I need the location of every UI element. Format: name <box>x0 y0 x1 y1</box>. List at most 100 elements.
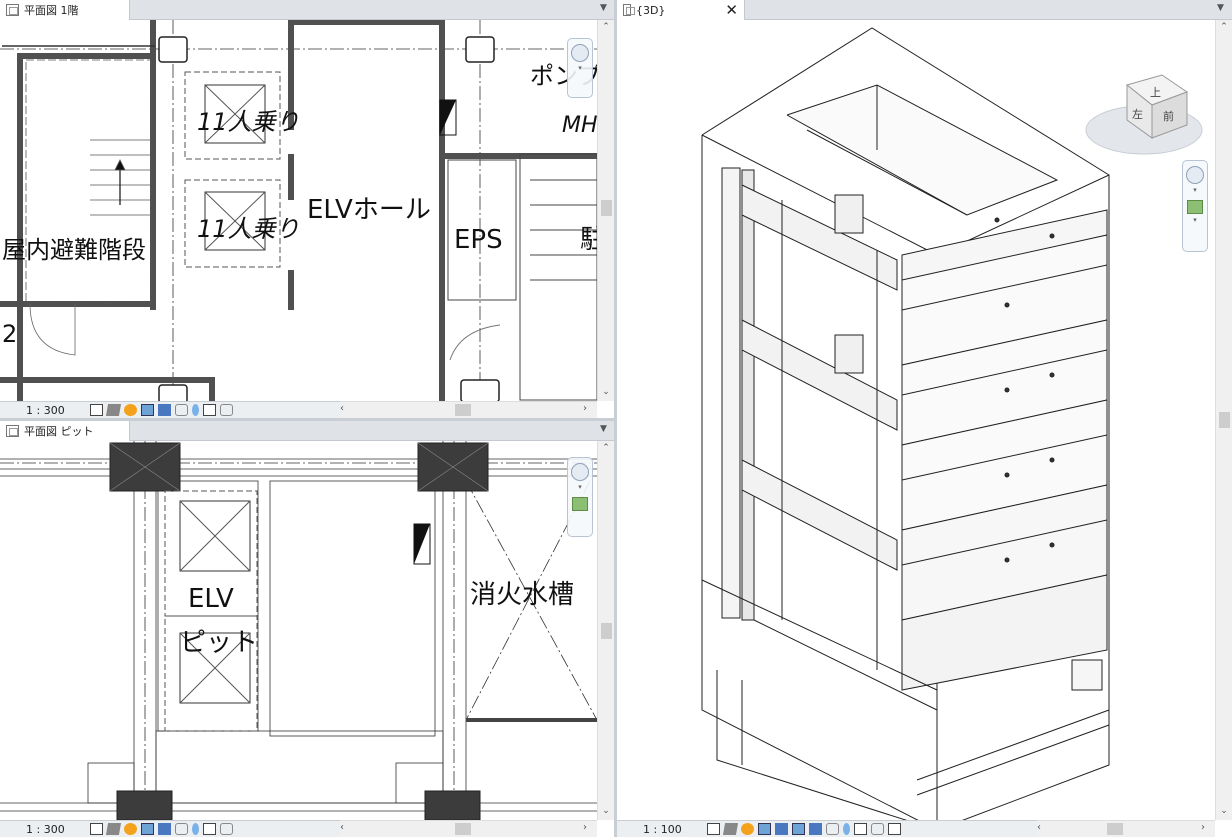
viewcube-front-label[interactable]: 前 <box>1163 109 1174 123</box>
analysis-icon[interactable] <box>220 404 233 416</box>
beam-lines <box>0 441 597 820</box>
3d-model-drawing[interactable]: 上 左 前 <box>617 20 1215 820</box>
tab-label: 平面図 ピット <box>24 425 94 438</box>
tab-3d-view[interactable]: {3D} ✕ <box>617 0 745 20</box>
chevron-left-icon[interactable]: ‹ <box>1037 822 1041 833</box>
render-icon[interactable] <box>775 823 788 835</box>
close-icon[interactable]: ✕ <box>725 1 738 19</box>
horizontal-scrollbar[interactable]: ‹ › <box>340 401 597 418</box>
scroll-thumb[interactable] <box>1107 823 1123 835</box>
chevron-up-icon[interactable]: ⌃ <box>1216 20 1232 34</box>
grid-lines <box>0 20 597 401</box>
horizontal-scrollbar[interactable]: ‹ › <box>340 820 597 837</box>
scale-label[interactable]: 1 : 300 <box>0 823 90 836</box>
scroll-thumb[interactable] <box>455 823 471 835</box>
visual-style-icon[interactable] <box>105 823 122 835</box>
tab-floor-plan-1f[interactable]: 平面図 1階 <box>0 0 130 20</box>
chevron-down-icon[interactable]: ▾ <box>568 64 592 72</box>
temporary-properties-icon[interactable] <box>203 823 216 835</box>
vertical-scrollbar[interactable]: ⌃ ⌄ <box>597 441 614 820</box>
chevron-left-icon[interactable]: ‹ <box>340 403 344 414</box>
partial-label: 駐 <box>580 225 597 255</box>
chevron-right-icon[interactable]: › <box>583 403 587 414</box>
viewcube-left-label[interactable]: 左 <box>1132 108 1143 121</box>
floor-plan-1f-drawing[interactable]: 11人乗り 11人乗り ELVホール EPS 屋内避難階段 ポンプ MH 駐 2 <box>0 20 597 401</box>
elevator-1-label: 11人乗り <box>197 108 300 136</box>
shadows-icon[interactable] <box>141 404 154 416</box>
floor-plan-pit-drawing[interactable]: ELV ピット 消火水槽 <box>0 441 597 820</box>
analysis-icon[interactable] <box>871 823 884 835</box>
chevron-up-icon[interactable]: ⌃ <box>598 441 614 455</box>
scroll-thumb[interactable] <box>601 623 612 639</box>
chevron-down-icon[interactable]: ⌄ <box>598 804 614 818</box>
temporary-properties-icon[interactable] <box>203 404 216 416</box>
viewcube[interactable]: 上 左 前 <box>1085 74 1203 155</box>
shadows-icon[interactable] <box>758 823 771 835</box>
navigation-bar[interactable]: ▾ ▾ <box>1182 160 1208 252</box>
scale-label[interactable]: 1 : 300 <box>0 404 90 417</box>
crop-view-icon[interactable] <box>792 823 805 835</box>
detail-level-icon[interactable] <box>90 404 103 416</box>
scale-label[interactable]: 1 : 100 <box>617 823 707 836</box>
sun-path-icon[interactable] <box>741 823 754 835</box>
chevron-down-icon[interactable]: ▾ <box>1183 186 1207 194</box>
detail-level-icon[interactable] <box>90 823 103 835</box>
reveal-hidden-icon[interactable] <box>192 404 199 416</box>
fire-tank-label: 消火水槽 <box>470 580 574 610</box>
scroll-thumb[interactable] <box>455 404 471 416</box>
navigation-bar[interactable]: ▾ <box>567 38 593 98</box>
crop-view-icon[interactable] <box>158 404 171 416</box>
temporary-hide-icon[interactable] <box>175 404 188 416</box>
vertical-scrollbar[interactable]: ⌃ ⌄ <box>1215 20 1232 820</box>
view-control-bar: 1 : 100 <box>617 820 1037 837</box>
view-menu-chevron-down-icon[interactable]: ▼ <box>600 424 607 434</box>
chevron-down-icon[interactable]: ⌄ <box>598 385 614 399</box>
navigation-bar[interactable]: ▾ <box>567 457 593 537</box>
shadows-icon[interactable] <box>141 823 154 835</box>
view-menu-chevron-down-icon[interactable]: ▼ <box>600 3 607 13</box>
analysis-icon[interactable] <box>220 823 233 835</box>
chevron-up-icon[interactable]: ⌃ <box>598 20 614 34</box>
crop-view-icon[interactable] <box>158 823 171 835</box>
scroll-thumb[interactable] <box>1219 412 1230 428</box>
zoom-region-icon[interactable] <box>1187 200 1203 214</box>
chevron-right-icon[interactable]: › <box>583 822 587 833</box>
temporary-properties-icon[interactable] <box>854 823 867 835</box>
scroll-thumb[interactable] <box>601 200 612 216</box>
steering-wheel-icon[interactable] <box>571 463 589 481</box>
tab-label: {3D} <box>635 3 666 17</box>
walls <box>0 20 597 401</box>
floor-plan-1f-view[interactable]: 平面図 1階 ▼ 11人乗り 11人乗り ELVホール EPS 屋内避難階段 ポ… <box>0 0 614 418</box>
horizontal-scrollbar[interactable]: ‹ › <box>1037 820 1215 837</box>
shaft-marker <box>440 100 456 135</box>
reveal-hidden-icon[interactable] <box>192 823 199 835</box>
reveal-hidden-icon[interactable] <box>843 823 850 835</box>
sun-path-icon[interactable] <box>124 404 137 416</box>
chevron-left-icon[interactable]: ‹ <box>340 822 344 833</box>
detail-level-icon[interactable] <box>707 823 720 835</box>
viewcube-top-label[interactable]: 上 <box>1150 86 1161 99</box>
view-menu-chevron-down-icon[interactable]: ▼ <box>1217 3 1224 13</box>
chevron-right-icon[interactable]: › <box>1201 822 1205 833</box>
steering-wheel-icon[interactable] <box>1186 166 1204 184</box>
zoom-region-icon[interactable] <box>572 497 588 511</box>
steering-wheel-icon[interactable] <box>571 44 589 62</box>
floor-plan-pit-view[interactable]: 平面図 ピット ▼ ELV ピット 消火水槽 ▾ ⌃ ⌄ 1: 300 ‹ › <box>0 421 614 837</box>
vertical-scrollbar[interactable]: ⌃ ⌄ <box>597 20 614 401</box>
lock-3d-view-icon[interactable] <box>826 823 839 835</box>
visual-style-icon[interactable] <box>722 823 739 835</box>
visual-style-icon[interactable] <box>105 404 122 416</box>
chevron-down-icon[interactable]: ⌄ <box>1216 804 1232 818</box>
elevator-2-label: 11人乗り <box>197 215 300 243</box>
3d-view[interactable]: {3D} ✕ ▼ 上 左 前 ▾ ▾ ⌃ ⌄ 1: 100 ‹ › <box>617 0 1232 837</box>
tab-floor-plan-pit[interactable]: 平面図 ピット <box>0 421 130 441</box>
temporary-hide-icon[interactable] <box>175 823 188 835</box>
sun-path-icon[interactable] <box>124 823 137 835</box>
pit-label: ピット <box>180 628 258 658</box>
shaft-marker <box>414 524 430 564</box>
chevron-down-icon[interactable]: ▾ <box>568 483 592 491</box>
show-crop-icon[interactable] <box>809 823 822 835</box>
highlight-displacement-icon[interactable] <box>888 823 901 835</box>
grid-number-label: 2 <box>2 320 17 348</box>
chevron-down-icon[interactable]: ▾ <box>1183 216 1207 224</box>
